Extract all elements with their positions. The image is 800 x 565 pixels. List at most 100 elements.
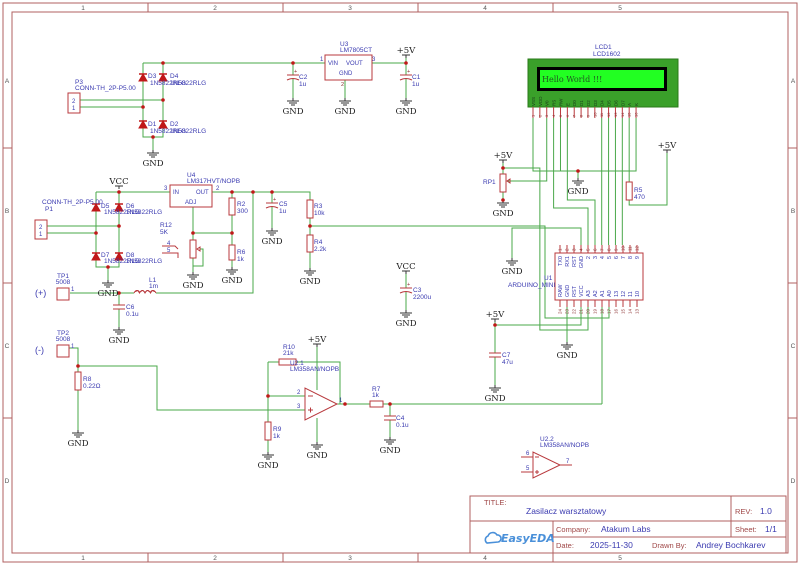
arduino-pin-label: A2	[593, 290, 599, 297]
lcd-pin-label: D7	[620, 100, 625, 106]
arduino-pin-label: 8	[628, 256, 634, 259]
arduino-pin-number: 15	[621, 308, 626, 314]
label: D4	[170, 73, 179, 80]
wire	[78, 365, 305, 411]
lcd-pin-label: RS	[552, 100, 557, 106]
gnd-label: GND	[501, 267, 522, 277]
ref-label: LCD1	[595, 44, 612, 51]
pin-number: 3	[164, 186, 168, 192]
lcd-pin-label: D1	[579, 100, 584, 106]
plus-sign: +	[273, 197, 276, 203]
lcd-pin-number: 12	[606, 112, 611, 117]
lcd-pin-label: VSS	[531, 97, 536, 106]
arduino-pin-label: RX1	[565, 256, 571, 267]
easyeda-cloud-icon	[484, 531, 502, 544]
lcd-pin-label: V0	[545, 100, 550, 106]
cap-gap	[113, 305, 125, 309]
label: R5	[634, 187, 643, 194]
diode-d2	[158, 119, 168, 129]
arduino-pin-label: 7	[621, 256, 627, 259]
label: R4	[314, 239, 323, 246]
power-label: +5V	[308, 335, 328, 345]
gnd-label: GND	[221, 276, 242, 286]
pin-number: 2	[297, 390, 301, 396]
wire	[559, 118, 637, 172]
test-point-tp1	[56, 287, 70, 301]
diode-body	[91, 251, 101, 261]
arduino-pin-label: 9	[635, 256, 641, 259]
opamp-u2-1	[304, 387, 339, 421]
column-marker: 4	[483, 555, 487, 562]
net-label-negative: (-)	[35, 345, 44, 355]
cap-gap	[384, 416, 396, 420]
resistor-r6	[228, 244, 236, 261]
junction-dot	[291, 61, 295, 65]
arduino-pin-label: A3	[586, 290, 592, 297]
label: 10k	[314, 210, 325, 217]
plus-sign: +	[407, 69, 410, 75]
lcd-display-text: Hello World !!!	[542, 75, 602, 84]
row-marker: A	[5, 78, 10, 85]
label: R3	[314, 203, 323, 210]
row-marker: D	[791, 478, 796, 485]
junction-dot	[493, 323, 497, 327]
label: D1	[148, 121, 157, 128]
easyeda-logo: EasyEDA	[501, 532, 555, 545]
gnd-label: GND	[395, 107, 416, 117]
company-value: Atakum Labs	[601, 524, 651, 534]
drawn-by-value: Andrey Bochkarev	[696, 540, 766, 550]
gnd-label: GND	[492, 209, 513, 219]
company-label: Company:	[556, 525, 590, 534]
junction-dot	[151, 135, 155, 139]
diode-body	[138, 72, 148, 82]
gnd-symbol	[226, 267, 238, 275]
label: C2	[299, 74, 308, 81]
diode-d1	[138, 119, 148, 129]
lcd-pin-number: 16	[634, 112, 639, 117]
label: LM358AN/NOPB	[290, 366, 339, 373]
arduino-pin-number: 24	[558, 308, 563, 314]
label: 1N5822RLG	[126, 209, 162, 216]
pin-label: VOUT	[346, 61, 363, 67]
gnd-symbol	[572, 178, 584, 186]
lcd-pin-number: 10	[592, 112, 597, 117]
lcd-pin-number: 14	[620, 112, 625, 117]
arduino-pin-number: 19	[593, 308, 598, 314]
gnd-symbol	[489, 385, 501, 393]
sheet-label: Sheet:	[735, 525, 757, 534]
label: C7	[502, 352, 511, 359]
date-value: 2025-11-30	[590, 540, 633, 550]
junction-dot	[76, 364, 80, 368]
pin-label: OUT	[196, 190, 209, 196]
label: LM7805CT	[340, 47, 372, 54]
resistor-r7	[369, 400, 384, 408]
arduino-pin-label: GND	[565, 285, 571, 297]
arduino-pin-number: 16	[614, 308, 619, 314]
gnd-symbol	[304, 268, 316, 276]
resistor-r2	[228, 197, 236, 216]
capacitor-c7	[489, 352, 501, 358]
lcd-pin-label: A	[627, 103, 632, 106]
lcd-pin-label: VDD	[538, 96, 543, 106]
arduino-pin-label: 10	[635, 291, 641, 297]
pin-label: GND	[339, 71, 353, 77]
pin-number: 1	[71, 287, 75, 293]
lcd-pin-label: D3	[593, 100, 598, 106]
junction-dot	[501, 198, 505, 202]
arduino-pin-label: 11	[628, 291, 634, 297]
row-marker: A	[791, 78, 796, 85]
value-label: 5008	[56, 279, 71, 286]
capacitor-c4	[384, 415, 396, 421]
pin-number: 6	[526, 451, 530, 457]
gnd-label: GND	[282, 107, 303, 117]
row-marker: B	[5, 208, 9, 215]
label: C4	[396, 415, 405, 422]
arduino-pin-label: 12	[621, 291, 627, 297]
arduino-pin-label: RAW	[558, 284, 564, 297]
diode-body	[138, 119, 148, 129]
arduino-pin-number: 18	[600, 308, 605, 314]
label: 1N5822RLG	[170, 128, 206, 135]
resistor-r5	[625, 181, 633, 201]
label: 2.2k	[314, 246, 327, 253]
lcd-pin-label: D2	[586, 100, 591, 106]
